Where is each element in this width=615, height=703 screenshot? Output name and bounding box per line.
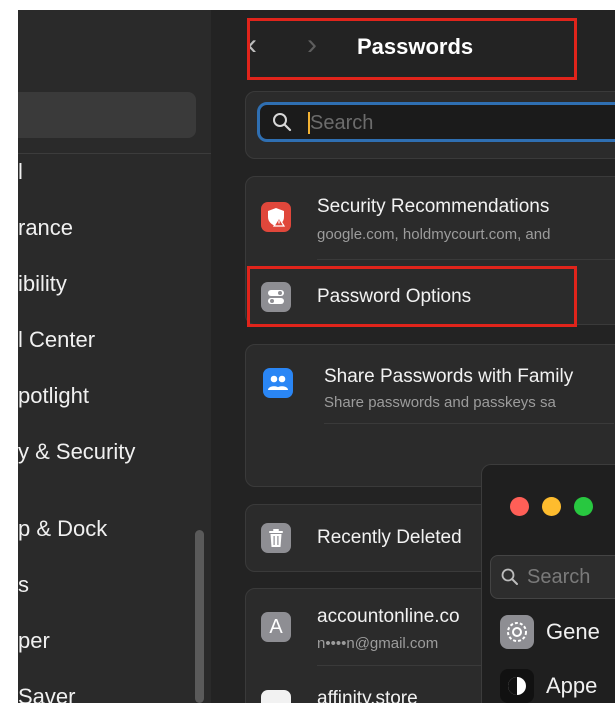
sidebar-item-desktop-dock[interactable]: p & Dock [18, 516, 107, 542]
search-icon [501, 568, 518, 585]
window-item-label: Appe [546, 673, 598, 698]
share-passwords-title[interactable]: Share Passwords with Family [324, 366, 573, 388]
recently-deleted-row[interactable]: Recently Deleted [317, 527, 462, 549]
window-minimize-button[interactable] [542, 497, 561, 516]
sidebar-scrollbar[interactable] [195, 530, 204, 703]
appearance-icon [500, 669, 534, 703]
sidebar-item-screen-saver[interactable]: Saver [18, 684, 75, 703]
shield-warning-icon [261, 202, 291, 232]
screen: l rance ibility l Center potlight y & Se… [0, 0, 615, 703]
people-icon [263, 368, 293, 398]
sidebar-item-appearance[interactable]: rance [18, 215, 73, 241]
sidebar-item-control-center[interactable]: l Center [18, 327, 95, 353]
window-item-label: Gene [546, 619, 600, 644]
account-avatar: A [261, 612, 291, 642]
security-recommendations-subtitle: google.com, holdmycourt.com, and [317, 226, 551, 243]
account-avatar [261, 690, 291, 703]
sidebar-item-displays[interactable]: s [18, 572, 29, 598]
account-username: n••••n@gmail.com [317, 635, 439, 652]
window-search-input[interactable]: Search [490, 555, 615, 599]
search-placeholder: Search [310, 112, 374, 134]
account-title[interactable]: affinity.store [317, 688, 418, 703]
security-recommendations-title[interactable]: Security Recommendations [317, 196, 549, 218]
highlight-box-password-options [247, 266, 577, 327]
sidebar-item-privacy-security[interactable]: y & Security [18, 439, 135, 465]
sidebar-item-wallpaper[interactable]: per [18, 628, 50, 654]
sidebar-item-accessibility[interactable]: ibility [18, 271, 67, 297]
row-separator [317, 259, 615, 260]
highlight-box-title [247, 18, 577, 80]
search-icon [273, 113, 292, 132]
sidebar-divider [18, 153, 211, 154]
account-title[interactable]: accountonline.co [317, 606, 460, 628]
window-close-button[interactable] [510, 497, 529, 516]
sidebar: l rance ibility l Center potlight y & Se… [18, 10, 211, 703]
row-separator [324, 423, 614, 424]
window-search-placeholder: Search [527, 566, 591, 588]
sidebar-item-general[interactable]: l [18, 159, 23, 185]
trash-icon [261, 523, 291, 553]
share-passwords-subtitle: Share passwords and passkeys sa [324, 394, 556, 411]
overlapping-window: Search Gene Appe [481, 464, 615, 703]
sidebar-search-field[interactable] [18, 92, 196, 138]
window-zoom-button[interactable] [574, 497, 593, 516]
search-input[interactable]: Search [257, 102, 615, 142]
gear-icon [500, 615, 534, 649]
sidebar-item-spotlight[interactable]: potlight [18, 383, 89, 409]
